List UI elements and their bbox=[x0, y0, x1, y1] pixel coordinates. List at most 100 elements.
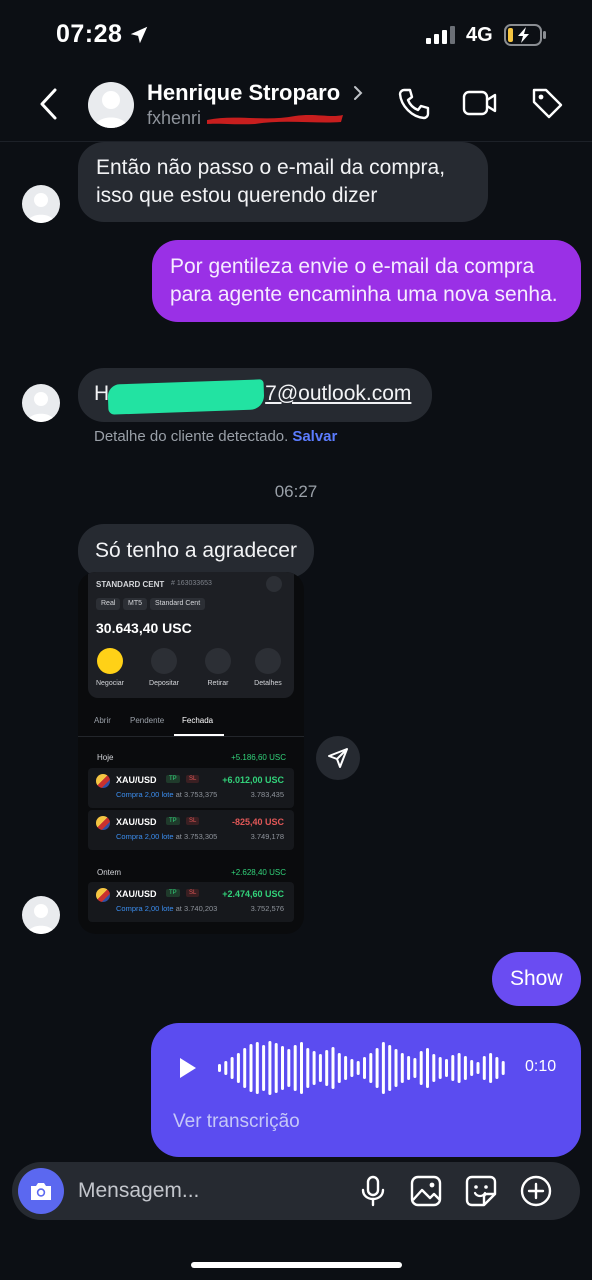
contact-avatar[interactable] bbox=[88, 82, 134, 128]
voice-message[interactable]: 0:10 Ver transcrição bbox=[151, 1023, 581, 1157]
waveform-bar bbox=[218, 1064, 221, 1072]
waveform-bar bbox=[381, 1042, 385, 1094]
waveform-bar bbox=[312, 1051, 316, 1085]
location-arrow-icon bbox=[130, 26, 148, 44]
waveform-bar bbox=[230, 1057, 234, 1079]
network-type: 4G bbox=[466, 24, 493, 46]
account-balance: 30.643,40 USC bbox=[96, 620, 192, 636]
detected-text: Detalhe do cliente detectado. bbox=[94, 428, 289, 445]
waveform-bar bbox=[432, 1054, 436, 1082]
waveform-bar bbox=[369, 1053, 373, 1083]
sticker-icon[interactable] bbox=[464, 1174, 498, 1208]
account-pill: Real bbox=[96, 598, 121, 610]
play-icon[interactable] bbox=[175, 1056, 199, 1080]
waveform-bar bbox=[470, 1060, 474, 1076]
waveform-bar bbox=[451, 1055, 455, 1081]
waveform-bar bbox=[287, 1049, 291, 1087]
waveform-bar bbox=[331, 1047, 335, 1089]
message-input[interactable] bbox=[78, 1175, 348, 1207]
chevron-right-icon bbox=[266, 576, 282, 592]
message-composer bbox=[12, 1162, 580, 1220]
home-indicator[interactable] bbox=[191, 1262, 402, 1268]
video-icon[interactable] bbox=[462, 88, 498, 118]
back-icon[interactable] bbox=[36, 86, 62, 122]
sender-avatar[interactable] bbox=[22, 896, 60, 934]
email-prefix: H bbox=[94, 382, 110, 405]
waveform-bar bbox=[413, 1058, 417, 1078]
waveform-bar bbox=[281, 1046, 284, 1090]
waveform-bar bbox=[350, 1059, 354, 1077]
chat-header: Henrique Stroparo fxhenri bbox=[0, 70, 592, 142]
waveform-bar bbox=[262, 1045, 266, 1091]
action-deposit: Depositar bbox=[142, 648, 186, 687]
message-outgoing[interactable]: Show bbox=[492, 952, 581, 1006]
group-total: +5.186,60 USC bbox=[231, 753, 286, 762]
shared-screenshot[interactable]: STANDARD CENT # 163033653 Real MT5 Stand… bbox=[78, 572, 304, 934]
waveform-bar bbox=[495, 1057, 499, 1079]
plus-icon[interactable] bbox=[519, 1174, 553, 1208]
action-trade: Negociar bbox=[88, 648, 132, 687]
mic-icon[interactable] bbox=[356, 1174, 390, 1208]
share-button[interactable] bbox=[316, 736, 360, 780]
account-type: STANDARD CENT bbox=[96, 580, 165, 589]
signal-icon bbox=[426, 26, 455, 44]
waveform-bar bbox=[388, 1045, 392, 1091]
tab-pending: Pendente bbox=[130, 716, 165, 725]
waveform-bar bbox=[476, 1062, 480, 1074]
xau-usd-flag-icon bbox=[96, 774, 110, 788]
email-link[interactable]: 7@outlook.com bbox=[265, 382, 411, 405]
view-transcription-link[interactable]: Ver transcrição bbox=[173, 1111, 300, 1133]
waveform-bar bbox=[438, 1057, 442, 1079]
waveform-bar bbox=[325, 1050, 329, 1086]
message-incoming[interactable]: Só tenho a agradecer bbox=[78, 524, 314, 578]
waveform-bar bbox=[337, 1053, 341, 1083]
sender-avatar[interactable] bbox=[22, 384, 60, 422]
waveform-bar bbox=[224, 1061, 228, 1075]
waveform-bar bbox=[306, 1048, 310, 1088]
waveform-bar bbox=[407, 1056, 411, 1080]
waveform-bar bbox=[318, 1054, 322, 1082]
audio-waveform[interactable] bbox=[217, 1039, 507, 1097]
group-total: +2.628,40 USC bbox=[231, 868, 286, 877]
waveform-bar bbox=[363, 1057, 366, 1079]
message-incoming[interactable]: Então não passo o e-mail da compra, isso… bbox=[78, 142, 488, 222]
waveform-bar bbox=[255, 1042, 259, 1094]
waveform-bar bbox=[426, 1048, 429, 1088]
save-detail-button[interactable]: Salvar bbox=[292, 428, 337, 445]
customer-detail-detected: Detalhe do cliente detectado. Salvar bbox=[94, 428, 337, 445]
waveform-bar bbox=[344, 1056, 348, 1080]
redaction-mark bbox=[207, 115, 343, 125]
waveform-bar bbox=[274, 1043, 278, 1093]
tag-icon[interactable] bbox=[530, 86, 564, 120]
tab-open: Abrir bbox=[94, 716, 111, 725]
status-bar: 07:28 4G bbox=[0, 0, 592, 70]
share-icon bbox=[328, 748, 348, 768]
phone-icon[interactable] bbox=[396, 86, 432, 122]
trade-row: XAU/USD TP SL -825,40 USC Compra 2,00 lo… bbox=[88, 810, 294, 850]
trade-row: XAU/USD TP SL +2.474,60 USC Compra 2,00 … bbox=[88, 882, 294, 922]
contact-name[interactable]: Henrique Stroparo bbox=[147, 80, 340, 106]
waveform-bar bbox=[236, 1053, 240, 1083]
action-withdraw: Retirar bbox=[196, 648, 240, 687]
waveform-bar bbox=[501, 1061, 505, 1075]
status-time: 07:28 bbox=[56, 20, 123, 48]
chevron-right-icon[interactable] bbox=[352, 84, 364, 102]
group-label: Hoje bbox=[97, 753, 114, 762]
waveform-bar bbox=[356, 1061, 360, 1075]
gallery-icon[interactable] bbox=[409, 1174, 443, 1208]
timestamp-separator: 06:27 bbox=[274, 482, 318, 501]
waveform-bar bbox=[249, 1044, 253, 1092]
waveform-bar bbox=[482, 1056, 486, 1080]
camera-button[interactable] bbox=[18, 1168, 64, 1214]
message-outgoing[interactable]: Por gentileza envie o e-mail da compra p… bbox=[152, 240, 581, 322]
account-pill: MT5 bbox=[123, 598, 147, 610]
action-details: Detalhes bbox=[246, 648, 290, 687]
account-card: STANDARD CENT # 163033653 Real MT5 Stand… bbox=[88, 572, 294, 698]
waveform-bar bbox=[400, 1053, 404, 1083]
waveform-bar bbox=[394, 1049, 398, 1087]
voice-duration: 0:10 bbox=[525, 1058, 557, 1075]
waveform-bar bbox=[300, 1042, 303, 1094]
battery-icon bbox=[504, 24, 546, 46]
sender-avatar[interactable] bbox=[22, 185, 60, 223]
waveform-bar bbox=[268, 1041, 272, 1095]
